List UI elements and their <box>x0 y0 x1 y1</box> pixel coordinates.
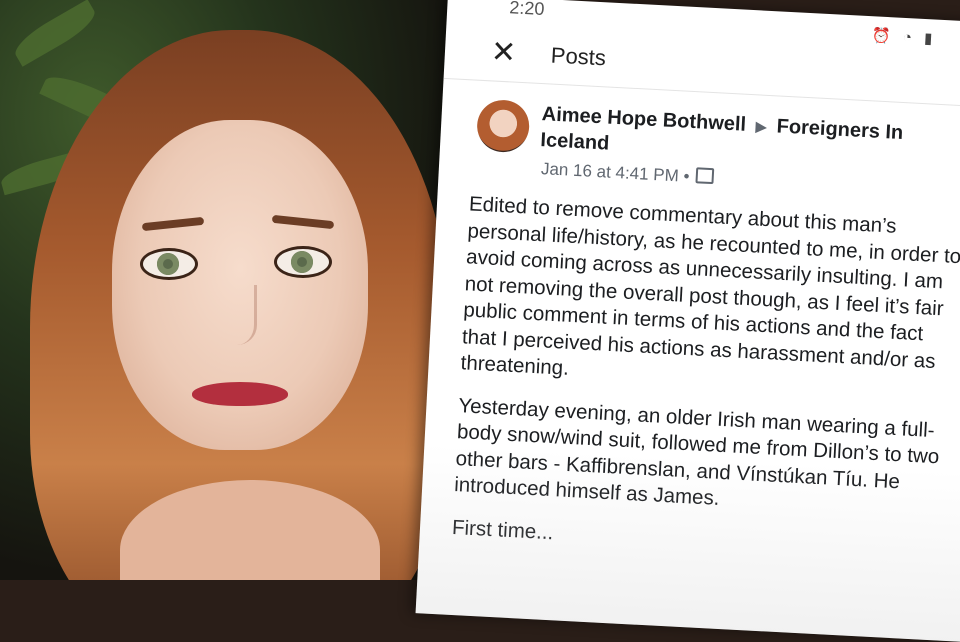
post-paragraph: Yesterday evening, an older Irish man we… <box>453 393 940 510</box>
date-separator: • <box>683 166 690 186</box>
arrow-icon: ▶ <box>755 118 768 136</box>
right-eye <box>274 246 332 278</box>
plant-leaf <box>9 0 101 67</box>
phone-screenshot: 2:20 ⏰ ◔ ▮ ✕ Posts Aimee Hope Bothwell ▶… <box>415 0 960 642</box>
profile-photo <box>0 0 470 580</box>
post-body: Edited to remove commentary about this m… <box>419 174 960 569</box>
left-eyebrow <box>141 216 205 232</box>
status-time: 2:20 <box>508 0 545 20</box>
post-paragraph: First time... <box>451 515 554 544</box>
status-icons: ⏰ ◔ ▮ <box>871 27 937 48</box>
page-title: Posts <box>550 42 607 71</box>
nose <box>224 285 257 345</box>
avatar[interactable] <box>475 98 531 154</box>
left-eye <box>140 248 198 280</box>
face <box>112 120 368 450</box>
post-paragraph: Edited to remove commentary about this m… <box>460 192 960 380</box>
right-eyebrow <box>271 214 335 230</box>
lips <box>192 382 288 406</box>
close-icon[interactable]: ✕ <box>490 35 532 69</box>
audience-icon <box>695 167 715 185</box>
